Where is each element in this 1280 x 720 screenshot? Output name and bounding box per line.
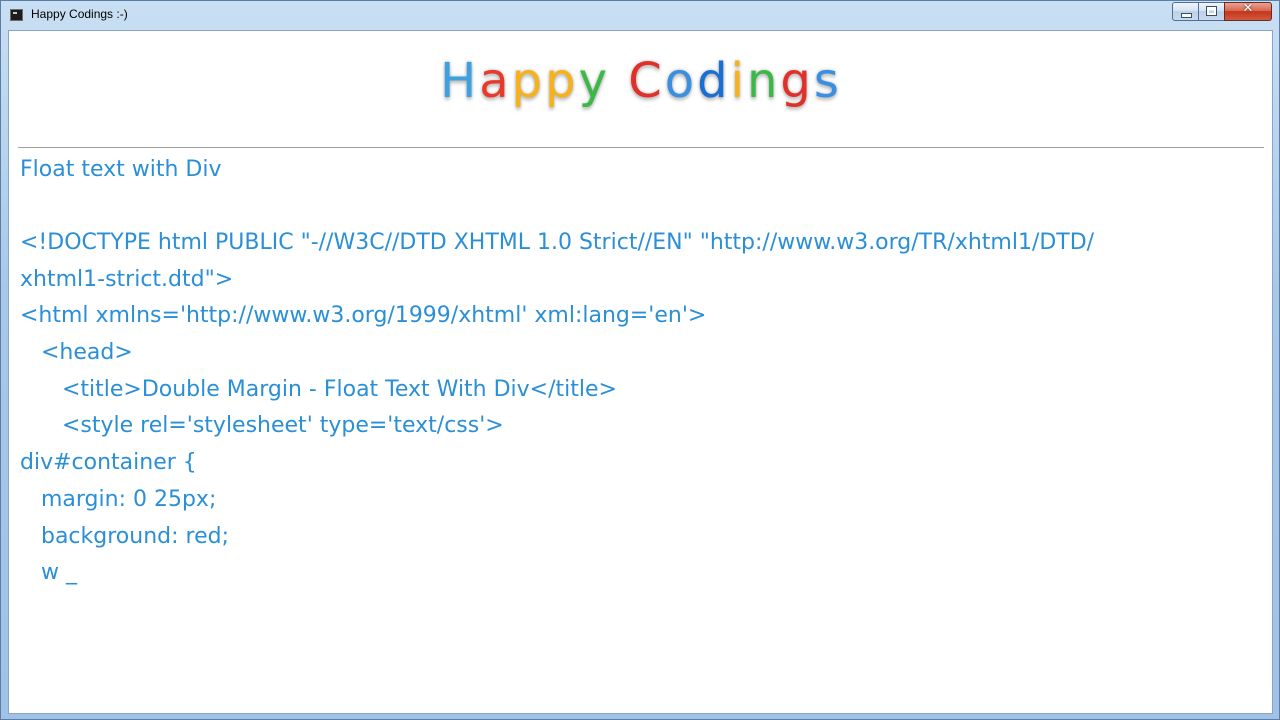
title-bar[interactable]: Happy Codings :-) ✕ <box>1 1 1279 29</box>
logo-letter: a <box>479 53 512 109</box>
logo-letter: s <box>813 53 842 109</box>
app-window: Happy Codings :-) ✕ Happy Codings Float … <box>0 0 1280 720</box>
maximize-icon <box>1206 6 1217 16</box>
code-line: div#container { <box>20 450 197 476</box>
logo-letter: i <box>730 53 747 109</box>
logo-letter: C <box>628 53 665 109</box>
logo-letter <box>610 53 628 109</box>
maximize-button[interactable] <box>1198 2 1225 21</box>
logo-letter: d <box>697 53 731 109</box>
code-line: <html xmlns='http://www.w3.org/1999/xhtm… <box>20 303 707 329</box>
header: Happy Codings <box>17 31 1265 147</box>
console-icon[interactable] <box>10 9 23 21</box>
logo-letter: o <box>664 53 698 109</box>
code-line: <!DOCTYPE html PUBLIC "-//W3C//DTD XHTML… <box>20 230 1095 255</box>
logo-letter: p <box>511 53 546 109</box>
close-icon: ✕ <box>1242 1 1254 16</box>
content-title: Float text with Div <box>20 157 222 182</box>
logo-letter: g <box>780 53 814 109</box>
code-line: background: red; <box>20 523 229 549</box>
code-line-with-cursor: w _ <box>20 560 77 586</box>
client-area: Happy Codings Float text with Div <!DOCT… <box>8 30 1273 714</box>
logo-letter: n <box>746 53 781 109</box>
logo-letter: H <box>440 53 480 109</box>
code-line: <head> <box>20 340 133 366</box>
code-line: xhtml1-strict.dtd"> <box>20 266 234 292</box>
code-line: <title>Double Margin - Float Text With D… <box>20 376 617 402</box>
logo-letter: y <box>578 53 610 109</box>
code-block: <!DOCTYPE html PUBLIC "-//W3C//DTD XHTML… <box>20 225 1260 592</box>
close-button[interactable]: ✕ <box>1224 1 1272 21</box>
happy-codings-logo: Happy Codings <box>17 53 1265 109</box>
minimize-button[interactable] <box>1172 2 1199 21</box>
content-area[interactable]: Float text with Div <!DOCTYPE html PUBLI… <box>19 148 1265 708</box>
minimize-icon <box>1181 13 1192 18</box>
logo-letter: p <box>545 53 579 109</box>
code-line: <style rel='stylesheet' type='text/css'> <box>20 413 504 439</box>
code-line: margin: 0 25px; <box>20 486 217 512</box>
window-title: Happy Codings :-) <box>31 7 128 21</box>
